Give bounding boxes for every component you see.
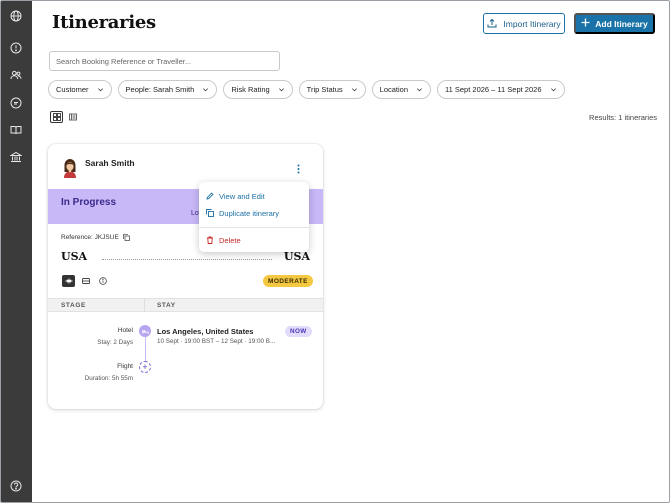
booking-reference-text: Reference: JKJSUE	[61, 234, 119, 241]
filter-date-range-label: 11 Sept 2026 – 11 Sept 2026	[445, 85, 542, 94]
duplicate-icon	[206, 209, 214, 217]
chevron-down-icon	[97, 88, 103, 92]
segment-table-header: STAGE STAY	[48, 298, 323, 312]
stage-column-header: STAGE	[61, 302, 86, 309]
plus-icon	[581, 18, 590, 29]
flight-duration: Duration: 5h 55m	[84, 375, 133, 382]
search-input[interactable]	[49, 51, 280, 71]
traveller-name: Sarah Smith	[85, 158, 135, 168]
add-segment-icon[interactable]: +	[139, 361, 151, 373]
filter-customer-label: Customer	[56, 85, 89, 94]
now-badge: NOW	[285, 326, 312, 337]
avatar	[62, 158, 78, 178]
filter-location-label: Location	[379, 85, 409, 94]
chat-icon[interactable]	[9, 96, 23, 110]
trip-status: In Progress	[61, 197, 117, 208]
add-itinerary-button[interactable]: Add Itinerary	[574, 13, 655, 34]
filter-risk-rating[interactable]: Risk Rating	[223, 80, 293, 99]
hotel-location[interactable]: Los Angeles, United States	[157, 327, 253, 336]
hotel-dates: 10 Sept · 19:00 BST – 12 Sept · 19:00 B.…	[157, 338, 276, 345]
trash-icon	[207, 236, 213, 244]
flight-stage-label: Flight	[117, 363, 133, 370]
pencil-icon	[206, 192, 214, 200]
chevron-down-icon	[351, 88, 357, 92]
more-options-icon[interactable]	[292, 162, 304, 176]
book-icon[interactable]	[9, 123, 23, 137]
duplicate-itinerary-menu-item[interactable]: Duplicate itinerary	[206, 207, 279, 219]
filter-risk-rating-label: Risk Rating	[231, 85, 270, 94]
filter-trip-status-label: Trip Status	[306, 85, 343, 94]
delete-label: Delete	[219, 235, 241, 245]
trip-status-location: Lo	[191, 210, 199, 217]
flight-mode-icon[interactable]	[62, 275, 75, 287]
alert-circle-icon[interactable]	[9, 41, 23, 55]
view-and-edit-label: View and Edit	[219, 191, 265, 201]
main-content: Itineraries Import Itinerary Add Itinera…	[32, 1, 669, 502]
grid-icon	[52, 113, 61, 121]
hotel-stay-duration: Stay: 2 Days	[97, 339, 133, 346]
filter-date-range[interactable]: 11 Sept 2026 – 11 Sept 2026	[437, 80, 565, 99]
list-view-toggle[interactable]	[66, 111, 79, 123]
list-icon	[68, 113, 77, 121]
bank-icon[interactable]	[9, 150, 23, 164]
filter-trip-status[interactable]: Trip Status	[298, 80, 366, 99]
page-title: Itineraries	[52, 12, 156, 33]
delete-menu-item[interactable]: Delete	[206, 234, 241, 246]
column-divider	[144, 299, 145, 312]
info-icon[interactable]	[96, 275, 109, 287]
users-icon[interactable]	[9, 68, 23, 82]
help-icon[interactable]	[9, 479, 23, 493]
view-and-edit-menu-item[interactable]: View and Edit	[206, 190, 265, 202]
side-rail	[1, 1, 32, 502]
chevron-down-icon	[203, 88, 209, 92]
globe-icon[interactable]	[9, 9, 23, 23]
hotel-mode-icon[interactable]	[79, 275, 92, 287]
import-itinerary-button[interactable]: Import Itinerary	[483, 13, 565, 34]
filter-bar: Customer People: Sarah Smith Risk Rating…	[48, 80, 565, 99]
hotel-stage-label: Hotel	[117, 327, 133, 334]
menu-divider	[199, 227, 309, 228]
grid-view-toggle[interactable]	[50, 111, 63, 123]
chevron-down-icon	[417, 88, 423, 92]
filter-people-label: People: Sarah Smith	[125, 85, 195, 94]
app-window: Itineraries Import Itinerary Add Itinera…	[0, 0, 670, 503]
results-count: Results: 1 itineraries	[589, 113, 657, 122]
stay-column-header: STAY	[157, 302, 176, 309]
upload-icon	[487, 18, 497, 30]
filter-customer[interactable]: Customer	[48, 80, 112, 99]
chevron-down-icon	[550, 88, 556, 92]
chevron-down-icon	[278, 88, 284, 92]
view-toggle	[50, 111, 79, 123]
import-itinerary-label: Import Itinerary	[503, 18, 561, 29]
hotel-node-icon	[139, 325, 151, 337]
filter-people[interactable]: People: Sarah Smith	[117, 80, 218, 99]
copy-icon[interactable]	[122, 234, 130, 241]
risk-badge: MODERATE	[263, 275, 313, 287]
duplicate-itinerary-label: Duplicate itinerary	[219, 208, 280, 218]
filter-location[interactable]: Location	[371, 80, 432, 99]
origin-country: USA	[61, 250, 88, 263]
add-itinerary-label: Add Itinerary	[595, 18, 648, 29]
booking-reference: Reference: JKJSUE	[61, 234, 130, 241]
transport-modes	[62, 275, 109, 287]
card-options-menu: View and Edit Duplicate itinerary Delete	[199, 182, 309, 252]
route-line	[102, 259, 272, 260]
